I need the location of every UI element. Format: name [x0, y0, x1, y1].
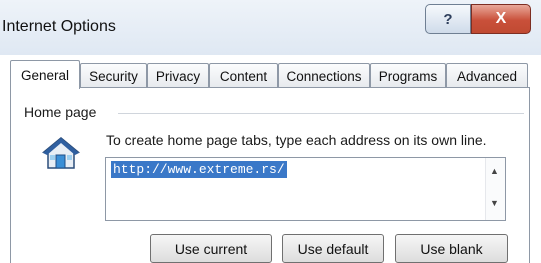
title-bar[interactable]: Internet Options ? X [0, 0, 541, 55]
home-page-instructions: To create home page tabs, type each addr… [106, 132, 487, 148]
home-page-url-value[interactable]: http://www.extreme.rs/ [111, 161, 287, 178]
use-blank-button[interactable]: Use blank [395, 234, 508, 263]
window-title: Internet Options [2, 18, 116, 35]
tab-connections[interactable]: Connections [278, 63, 370, 88]
home-page-group-label: Home page [24, 104, 101, 120]
help-button[interactable]: ? [425, 4, 471, 34]
tab-programs[interactable]: Programs [370, 63, 446, 88]
internet-options-dialog: Internet Options ? X General Security Pr… [0, 0, 541, 263]
tab-general[interactable]: General [10, 60, 80, 89]
tab-advanced[interactable]: Advanced [446, 63, 528, 88]
close-icon: X [495, 10, 507, 27]
help-icon: ? [443, 10, 453, 28]
tab-security[interactable]: Security [80, 63, 147, 88]
tab-strip: General Security Privacy Content Connect… [0, 60, 541, 89]
home-icon [42, 137, 80, 169]
vertical-scrollbar[interactable]: ▲ ▼ [485, 158, 505, 220]
home-page-url-textarea[interactable]: http://www.extreme.rs/ ▲ ▼ [105, 157, 506, 221]
tab-privacy[interactable]: Privacy [147, 63, 209, 88]
group-divider [118, 113, 524, 114]
scroll-down-icon[interactable]: ▼ [490, 198, 499, 208]
close-button[interactable]: X [471, 4, 531, 34]
use-default-button[interactable]: Use default [282, 234, 384, 263]
use-current-button[interactable]: Use current [150, 234, 272, 263]
tab-content[interactable]: Content [209, 63, 278, 88]
scroll-up-icon[interactable]: ▲ [490, 166, 499, 176]
